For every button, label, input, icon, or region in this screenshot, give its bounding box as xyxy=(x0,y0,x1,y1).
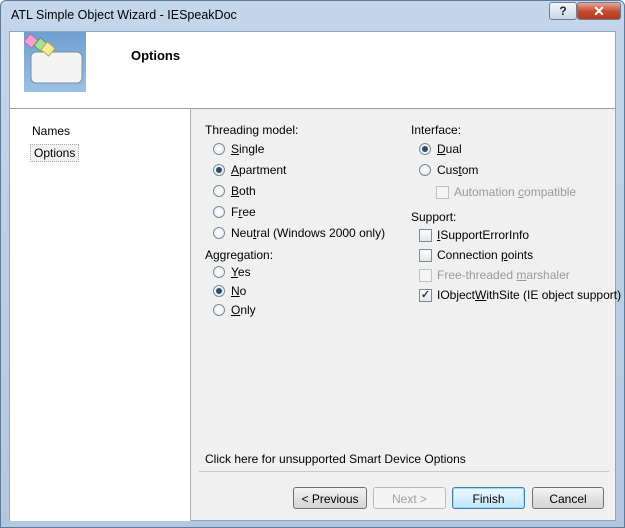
aggregation-only-radio[interactable]: Only xyxy=(213,303,256,317)
connection-points-checkbox[interactable]: Connection points xyxy=(419,248,533,262)
smart-device-options-link[interactable]: Click here for unsupported Smart Device … xyxy=(205,452,466,466)
option-label: ISupportErrorInfo xyxy=(437,228,530,242)
option-label: Automation compatible xyxy=(454,185,577,199)
interface-custom-radio[interactable]: Custom xyxy=(419,163,478,177)
radio-icon xyxy=(213,227,225,239)
interface-label: Interface: xyxy=(411,123,462,137)
wizard-header: Options xyxy=(10,32,615,109)
radio-icon xyxy=(213,266,225,278)
radio-icon xyxy=(419,164,431,176)
threading-model-label: Threading model: xyxy=(205,123,299,137)
next-button[interactable]: Next > xyxy=(373,487,446,509)
radio-selected-icon xyxy=(213,285,225,297)
wizard-sidebar: Names Options xyxy=(10,109,191,521)
radio-icon xyxy=(213,143,225,155)
close-button[interactable]: ✕ xyxy=(577,2,621,20)
option-label: IObjectWithSite (IE object support) xyxy=(437,288,622,302)
option-label: Neutral (Windows 2000 only) xyxy=(231,226,386,240)
option-label: Custom xyxy=(437,163,479,177)
option-label: Apartment xyxy=(231,163,287,177)
options-panel: Threading model: Single Apartment Both F… xyxy=(191,109,621,521)
interface-dual-radio[interactable]: Dual xyxy=(419,142,462,156)
checkbox-icon xyxy=(419,268,432,282)
option-label: Yes xyxy=(231,265,251,279)
aggregation-yes-radio[interactable]: Yes xyxy=(213,265,251,279)
finish-button[interactable]: Finish xyxy=(452,487,525,509)
close-icon: ✕ xyxy=(593,2,605,19)
help-button[interactable]: ? xyxy=(549,2,577,20)
button-separator xyxy=(199,471,609,472)
sidebar-item-options[interactable]: Options xyxy=(30,144,80,162)
page-title: Options xyxy=(131,48,181,63)
aggregation-no-radio[interactable]: No xyxy=(213,284,246,298)
title-bar[interactable]: ATL Simple Object Wizard - IESpeakDoc ? … xyxy=(1,1,624,31)
aggregation-label: Aggregation: xyxy=(205,248,274,262)
threading-apartment-radio[interactable]: Apartment xyxy=(213,163,286,177)
threading-both-radio[interactable]: Both xyxy=(213,184,256,198)
radio-selected-icon xyxy=(213,164,225,176)
support-label: Support: xyxy=(411,210,457,224)
option-label: Dual xyxy=(437,142,462,156)
cancel-button[interactable]: Cancel xyxy=(532,487,604,509)
option-label: Both xyxy=(231,184,256,198)
threading-single-radio[interactable]: Single xyxy=(213,142,264,156)
checkbox-icon xyxy=(419,228,432,242)
radio-icon xyxy=(213,206,225,218)
automation-compatible-checkbox[interactable]: Automation compatible xyxy=(436,185,576,199)
radio-icon xyxy=(213,185,225,197)
check-mark-icon: ✓ xyxy=(419,288,432,302)
previous-button[interactable]: < Previous xyxy=(293,487,367,509)
free-threaded-marshaler-checkbox[interactable]: Free-threaded marshaler xyxy=(419,268,570,282)
threading-neutral-radio[interactable]: Neutral (Windows 2000 only) xyxy=(213,226,385,240)
wizard-window: ATL Simple Object Wizard - IESpeakDoc ? … xyxy=(0,0,625,528)
window-title: ATL Simple Object Wizard - IESpeakDoc xyxy=(11,8,237,22)
checkbox-icon xyxy=(436,185,449,199)
sidebar-item-names[interactable]: Names xyxy=(32,124,70,138)
option-label: Free-threaded marshaler xyxy=(437,268,570,282)
option-label: Only xyxy=(231,303,256,317)
dialog-client-area: Options Names Options Threading model: S… xyxy=(9,31,621,521)
checkbox-icon xyxy=(419,248,432,262)
option-label: No xyxy=(231,284,247,298)
iobjectwithsite-checkbox[interactable]: ✓ IObjectWithSite (IE object support) xyxy=(419,288,621,302)
option-label: Single xyxy=(231,142,265,156)
radio-selected-icon xyxy=(419,143,431,155)
help-icon: ? xyxy=(559,4,567,18)
isupporterrorinfo-checkbox[interactable]: ISupportErrorInfo xyxy=(419,228,529,242)
radio-icon xyxy=(213,304,225,316)
wizard-window-icon xyxy=(23,32,86,92)
option-label: Free xyxy=(231,205,256,219)
threading-free-radio[interactable]: Free xyxy=(213,205,256,219)
option-label: Connection points xyxy=(437,248,534,262)
